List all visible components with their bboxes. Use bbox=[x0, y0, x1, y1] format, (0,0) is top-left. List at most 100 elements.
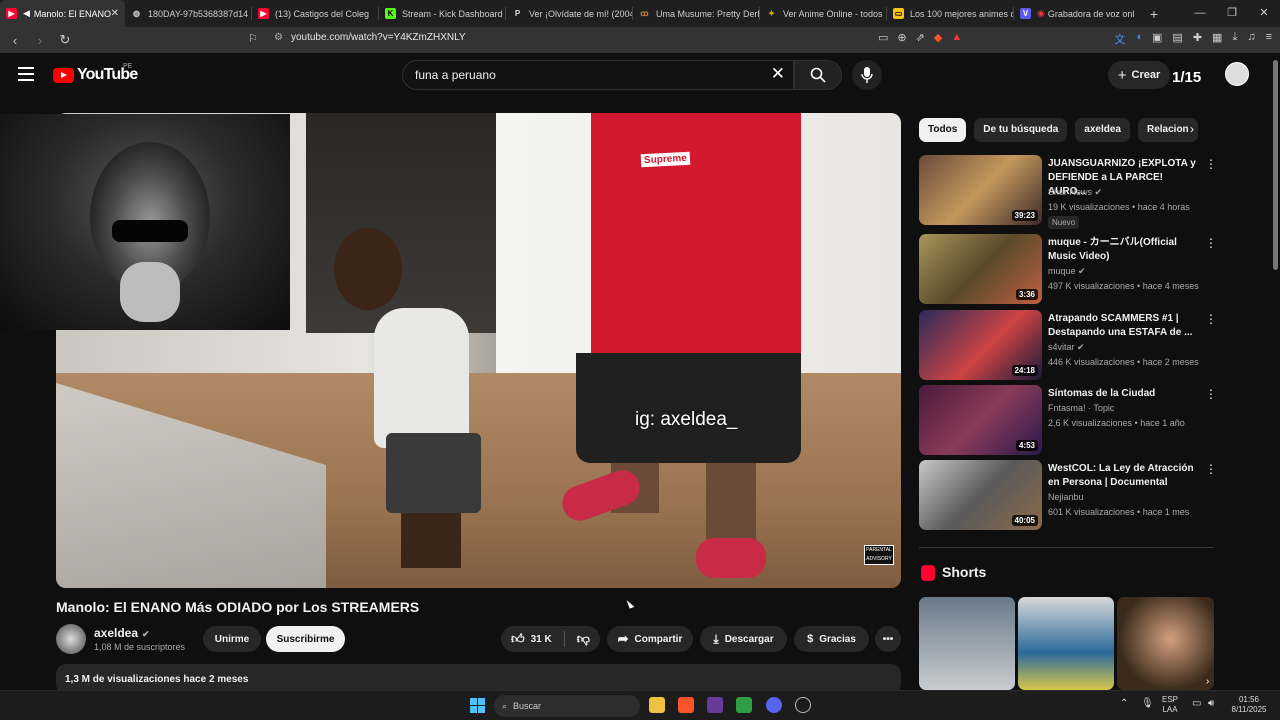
search-button[interactable] bbox=[794, 60, 842, 90]
video-figure bbox=[334, 228, 402, 310]
browser-tab[interactable]: ▶ ◀ Manolo: El ENANO ✕ bbox=[0, 0, 125, 27]
close-tab-icon[interactable]: ✕ bbox=[111, 8, 119, 19]
video-thumbnail[interactable]: 39:23 bbox=[919, 155, 1042, 225]
short-thumbnail[interactable] bbox=[919, 597, 1015, 690]
recommendation-item[interactable]: 4:53 Síntomas de la Ciudad Fntasma! · To… bbox=[919, 385, 1219, 455]
thanks-button[interactable]: $ Gracias bbox=[794, 626, 869, 652]
steam-icon[interactable] bbox=[795, 697, 811, 713]
more-vertical-icon[interactable]: ⋮ bbox=[1205, 157, 1217, 171]
recommendation-channel[interactable]: muque ✔ bbox=[1048, 266, 1086, 277]
translate-icon[interactable]: 文 bbox=[1114, 31, 1125, 47]
share-button[interactable]: ➦ Compartir bbox=[607, 626, 693, 652]
short-thumbnail[interactable] bbox=[1018, 597, 1114, 690]
cast-icon[interactable]: ▭ bbox=[878, 31, 888, 44]
thumbs-down-icon[interactable]: 👎︎ bbox=[577, 631, 590, 647]
recommendation-channel[interactable]: Fntasma! · Topic bbox=[1048, 403, 1114, 413]
puzzle-icon[interactable]: ✚ bbox=[1193, 31, 1202, 47]
more-vertical-icon[interactable]: ⋮ bbox=[1205, 312, 1217, 326]
app-icon[interactable] bbox=[707, 697, 723, 713]
language-indicator[interactable]: ESP LAA bbox=[1162, 695, 1178, 715]
recommendation-channel[interactable]: s4vitar ✔ bbox=[1048, 342, 1085, 353]
subscribe-button[interactable]: Suscribirme bbox=[266, 626, 345, 652]
reload-icon[interactable]: ↻ bbox=[55, 32, 75, 48]
recommendation-item[interactable]: 40:05 WestCOL: La Ley de Atracción en Pe… bbox=[919, 460, 1219, 530]
recommendation-channel[interactable]: Nejianbu bbox=[1048, 492, 1084, 502]
file-explorer-icon[interactable] bbox=[649, 697, 665, 713]
new-tab-button[interactable]: + bbox=[1143, 6, 1165, 22]
minimize-icon[interactable]: — bbox=[1184, 0, 1216, 27]
channel-avatar[interactable] bbox=[56, 624, 86, 654]
search-input[interactable]: funa a peruano ✕ bbox=[402, 60, 794, 90]
forward-icon[interactable]: › bbox=[30, 33, 50, 48]
network-icon[interactable]: ▭ bbox=[1192, 699, 1201, 709]
hamburger-menu-icon[interactable] bbox=[18, 67, 34, 81]
extension-icon[interactable]: ▤ bbox=[1172, 31, 1182, 47]
browser-tab[interactable]: ▶ (13) Castigos del Coleg bbox=[252, 0, 379, 27]
chip-from-search[interactable]: De tu búsqueda bbox=[974, 118, 1068, 142]
chip-all[interactable]: Todos bbox=[919, 118, 967, 142]
tab-title: Ver Anime Online - todos bbox=[783, 8, 883, 19]
browser-tab[interactable]: P Ver ¡Olvídate de mí! (2004 bbox=[506, 0, 633, 27]
browser-tab[interactable]: K Stream - Kick Dashboard bbox=[379, 0, 506, 27]
close-window-icon[interactable]: ✕ bbox=[1248, 0, 1280, 27]
chevron-right-icon[interactable]: › bbox=[1206, 676, 1209, 687]
site-settings-icon[interactable]: ⚙ bbox=[274, 32, 283, 43]
download-button[interactable]: ⤓ Descargar bbox=[700, 626, 787, 652]
clock[interactable]: 01:56 8/11/2025 bbox=[1228, 695, 1270, 715]
bookmark-icon[interactable]: ⚐ bbox=[248, 32, 258, 45]
browser-tab[interactable]: ▭ Los 100 mejores animes d bbox=[887, 0, 1014, 27]
clear-search-icon[interactable]: ✕ bbox=[771, 64, 785, 84]
more-vertical-icon[interactable]: ⋮ bbox=[1205, 236, 1217, 250]
tab-title: 180DAY-97b5368387d14 bbox=[148, 8, 249, 19]
chevron-right-icon[interactable]: › bbox=[1190, 122, 1194, 136]
wallet-icon[interactable]: ▦ bbox=[1212, 31, 1222, 47]
recommendation-item[interactable]: 39:23 JUANSGUARNIZO ¡EXPLOTA y DEFIENDE … bbox=[919, 155, 1219, 229]
extension-audio-icon[interactable]: ◖ bbox=[1135, 31, 1142, 47]
account-avatar[interactable] bbox=[1225, 62, 1249, 86]
back-icon[interactable]: ‹ bbox=[5, 33, 25, 48]
like-button[interactable]: 👍︎ 31 K bbox=[511, 631, 552, 647]
url-field[interactable]: ⚙ youtube.com/watch?v=Y4KZmZHXNLY bbox=[274, 32, 466, 43]
video-thumbnail[interactable]: 24:18 bbox=[919, 310, 1042, 380]
chip-channel[interactable]: axeldea bbox=[1075, 118, 1130, 142]
volume-icon[interactable]: 🔊︎ bbox=[1208, 699, 1214, 709]
download-icon[interactable]: ⤓ bbox=[1232, 31, 1237, 47]
windows-start-icon[interactable] bbox=[470, 698, 485, 713]
recommendation-item[interactable]: 3:36 muque - カーニバル(Official Music Video)… bbox=[919, 234, 1219, 304]
brave-rewards-icon[interactable]: ▲ bbox=[951, 31, 962, 44]
discord-icon[interactable] bbox=[766, 697, 782, 713]
youtube-logo[interactable]: YouTube PE bbox=[53, 63, 138, 84]
chip-related[interactable]: Relacion bbox=[1137, 118, 1198, 142]
video-thumbnail[interactable]: 3:36 bbox=[919, 234, 1042, 304]
recommendation-item[interactable]: 24:18 Atrapando SCAMMERS #1 | Destapando… bbox=[919, 310, 1219, 380]
maximize-icon[interactable]: ❐ bbox=[1216, 0, 1248, 27]
more-vertical-icon[interactable]: ⋮ bbox=[1205, 387, 1217, 401]
join-button[interactable]: Unirme bbox=[203, 626, 261, 652]
browser-tab[interactable]: ◍ 180DAY-97b5368387d14 bbox=[125, 0, 252, 27]
browser-tab[interactable]: ✦ Ver Anime Online - todos bbox=[760, 0, 887, 27]
brave-browser-icon[interactable] bbox=[678, 697, 694, 713]
audio-icon[interactable]: ◀ bbox=[23, 8, 30, 19]
extension-icon[interactable]: ▣ bbox=[1152, 31, 1162, 47]
tray-chevron-icon[interactable]: ⌃ bbox=[1120, 699, 1128, 709]
share-icon[interactable]: ⇗ bbox=[916, 31, 925, 44]
app-icon[interactable] bbox=[736, 697, 752, 713]
recommendation-channel[interactable]: Shur News ✔ bbox=[1048, 187, 1102, 198]
brave-shield-icon[interactable]: ◆ bbox=[934, 31, 942, 44]
browser-tab[interactable]: V ◉ Grabadora de voz onl bbox=[1014, 0, 1141, 27]
video-thumbnail[interactable]: 4:53 bbox=[919, 385, 1042, 455]
taskbar-search[interactable]: ⌕ Buscar bbox=[494, 695, 640, 717]
channel-name[interactable]: axeldea ✔ bbox=[94, 626, 150, 640]
create-button[interactable]: + Crear bbox=[1108, 61, 1170, 89]
video-thumbnail[interactable]: 40:05 bbox=[919, 460, 1042, 530]
more-vertical-icon[interactable]: ⋮ bbox=[1205, 462, 1217, 476]
page-scrollbar[interactable] bbox=[1273, 60, 1278, 270]
media-icon[interactable]: ♫ bbox=[1247, 31, 1255, 47]
browser-tab[interactable]: ꝏ Uma Musume: Pretty Derb bbox=[633, 0, 760, 27]
voice-search-button[interactable] bbox=[852, 60, 882, 90]
short-thumbnail[interactable] bbox=[1117, 597, 1214, 690]
more-actions-button[interactable]: ••• bbox=[875, 626, 901, 652]
tray-mic-icon[interactable]: 🎙︎ bbox=[1141, 699, 1154, 709]
zoom-icon[interactable]: ⊕ bbox=[897, 31, 906, 44]
menu-icon[interactable]: ≡ bbox=[1266, 31, 1272, 47]
